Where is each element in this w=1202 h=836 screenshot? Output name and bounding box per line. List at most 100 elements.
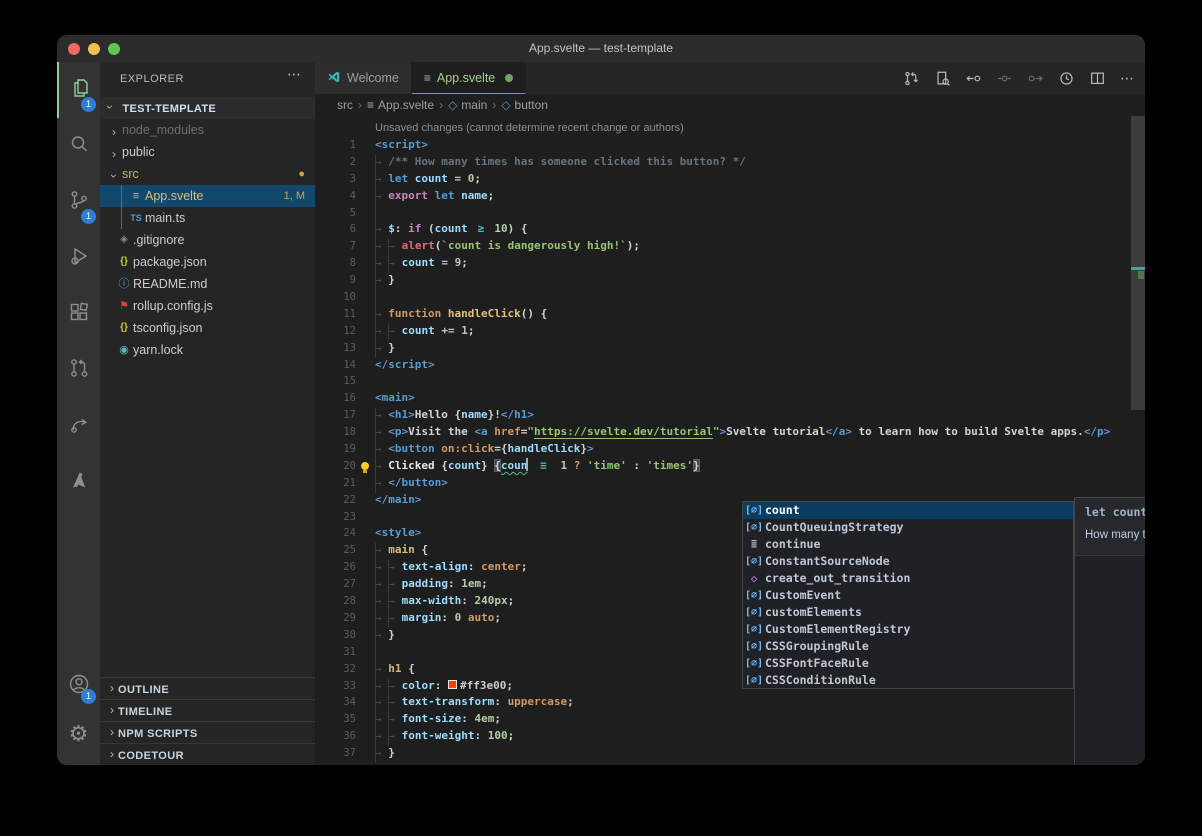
suggestion-countqueuingstrategy[interactable]: [∅]CountQueuingStrategy bbox=[743, 519, 1073, 536]
code-line-2[interactable]: 2→/** How many times has someone clicked… bbox=[315, 154, 1145, 171]
chevron-right-icon: › bbox=[108, 121, 120, 143]
color-swatch[interactable] bbox=[448, 680, 457, 689]
line-content: → bbox=[375, 205, 388, 223]
activity-azure-button[interactable] bbox=[57, 454, 100, 510]
code-line-1[interactable]: 1<script> bbox=[315, 137, 1145, 154]
gitlens-current-icon[interactable] bbox=[996, 70, 1013, 87]
file-history-icon[interactable] bbox=[1058, 70, 1075, 87]
activity-run-debug-button[interactable] bbox=[57, 230, 100, 286]
compare-changes-icon[interactable] bbox=[903, 70, 920, 87]
code-line-4[interactable]: 4→export let name; bbox=[315, 188, 1145, 205]
code-line-6[interactable]: 6→$: if (count ≥ 10) { bbox=[315, 221, 1145, 238]
suggest-details-header: let count: number How many times has som… bbox=[1075, 498, 1145, 556]
code-token: () { bbox=[521, 307, 548, 320]
breadcrumb-item-src[interactable]: src bbox=[337, 98, 353, 112]
sidebar-more-actions-icon[interactable]: ⋯ bbox=[287, 66, 301, 83]
file-tree-item-main-ts[interactable]: TSmain.ts bbox=[100, 207, 315, 229]
split-editor-icon[interactable] bbox=[1089, 70, 1106, 87]
code-line-34[interactable]: 34→→text-transform: uppercase; bbox=[315, 694, 1145, 711]
code-token: </ bbox=[388, 476, 401, 489]
workspace-root-folder[interactable]: › TEST-TEMPLATE bbox=[100, 97, 315, 119]
more-actions-icon[interactable]: ⋯ bbox=[1120, 70, 1137, 87]
code-line-7[interactable]: 7→→alert(`count is dangerously high!`); bbox=[315, 238, 1145, 255]
code-line-16[interactable]: 16<main> bbox=[315, 390, 1145, 407]
code-line-18[interactable]: 18→<p>Visit the <a href="https://svelte.… bbox=[315, 424, 1145, 441]
file-tree-item-package-json[interactable]: {}package.json bbox=[100, 251, 315, 273]
activity-settings-button[interactable]: ⚙ bbox=[57, 710, 100, 757]
code-line-10[interactable]: 10→ bbox=[315, 289, 1145, 306]
code-token: count bbox=[435, 222, 468, 235]
suggestion-customelements[interactable]: [∅]customElements bbox=[743, 604, 1073, 621]
breadcrumb-separator-icon: › bbox=[492, 98, 496, 112]
file-tree-item-app-svelte[interactable]: ≡App.svelte1, M bbox=[100, 185, 315, 207]
code-line-21[interactable]: 21→</button> bbox=[315, 475, 1145, 492]
previous-change-icon[interactable] bbox=[965, 70, 982, 87]
breadcrumb-item-app-svelte[interactable]: ≡App.svelte bbox=[367, 98, 434, 112]
breadcrumb-item-button[interactable]: ◇button bbox=[501, 98, 548, 112]
file-tree-item--gitignore[interactable]: ◈.gitignore bbox=[100, 229, 315, 251]
code-line-13[interactable]: 13→} bbox=[315, 340, 1145, 357]
suggestion-customelementregistry[interactable]: [∅]CustomElementRegistry bbox=[743, 621, 1073, 638]
file-tree-item-src[interactable]: ›src● bbox=[100, 163, 315, 185]
code-line-3[interactable]: 3→let count = 0; bbox=[315, 171, 1145, 188]
code-line-20[interactable]: 20→Clicked {count} {coun ≡ 1 ? 'time' : … bbox=[315, 458, 1145, 475]
sidebar-section-codetour[interactable]: ›CODETOUR bbox=[100, 743, 315, 765]
suggestion-cssfontfacerule[interactable]: [∅]CSSFontFaceRule bbox=[743, 655, 1073, 672]
code-token: handleClick bbox=[508, 442, 581, 455]
vertical-scrollbar[interactable] bbox=[1131, 116, 1145, 410]
code-line-17[interactable]: 17→<h1>Hello {name}!</h1> bbox=[315, 407, 1145, 424]
suggestion-constantsourcenode[interactable]: [∅]ConstantSourceNode bbox=[743, 553, 1073, 570]
suggestion-customevent[interactable]: [∅]CustomEvent bbox=[743, 587, 1073, 604]
code-line-9[interactable]: 9→} bbox=[315, 272, 1145, 289]
activity-live-share-button[interactable] bbox=[57, 398, 100, 454]
file-tree-item-node-modules[interactable]: ›node_modules bbox=[100, 119, 315, 141]
breadcrumb-item-main[interactable]: ◇main bbox=[448, 98, 487, 112]
code-line-8[interactable]: 8→→count = 9; bbox=[315, 255, 1145, 272]
open-changes-icon[interactable] bbox=[934, 70, 951, 87]
suggestion-cssgroupingrule[interactable]: [∅]CSSGroupingRule bbox=[743, 638, 1073, 655]
activity-github-pr-button[interactable] bbox=[57, 342, 100, 398]
code-line-36[interactable]: 36→→font-weight: 100; bbox=[315, 728, 1145, 745]
file-tree-item-tsconfig-json[interactable]: {}tsconfig.json bbox=[100, 317, 315, 339]
code-line-12[interactable]: 12→→count += 1; bbox=[315, 323, 1145, 340]
indent-guide: → bbox=[388, 679, 401, 696]
file-tree-item-yarn-lock[interactable]: ◉yarn.lock bbox=[100, 339, 315, 361]
sidebar-section-timeline[interactable]: ›TIMELINE bbox=[100, 699, 315, 721]
code-line-5[interactable]: 5→ bbox=[315, 205, 1145, 222]
tab-welcome[interactable]: Welcome bbox=[315, 62, 412, 94]
suggestion-count[interactable]: [∅]count bbox=[743, 502, 1073, 519]
code-line-37[interactable]: 37→} bbox=[315, 745, 1145, 762]
activity-accounts-button[interactable]: 1 bbox=[57, 663, 100, 710]
tab-app-svelte[interactable]: ≡App.svelte bbox=[412, 62, 526, 94]
activity-explorer-button[interactable]: 1 bbox=[57, 62, 100, 118]
suggestion-continue[interactable]: ≣continue bbox=[743, 536, 1073, 553]
unsaved-dot-icon[interactable] bbox=[505, 74, 513, 82]
code-line-35[interactable]: 35→→font-size: 4em; bbox=[315, 711, 1145, 728]
activity-search-button[interactable] bbox=[57, 118, 100, 174]
indent-guide: → bbox=[388, 239, 401, 256]
symbol-variable-icon: [∅] bbox=[743, 655, 765, 672]
code-line-14[interactable]: 14</script> bbox=[315, 357, 1145, 374]
activity-source-control-button[interactable]: 1 bbox=[57, 174, 100, 230]
code-line-15[interactable]: 15 bbox=[315, 373, 1145, 390]
file-tree-item-readme-md[interactable]: ⓘREADME.md bbox=[100, 273, 315, 295]
next-change-icon[interactable] bbox=[1027, 70, 1044, 87]
sidebar-section-outline[interactable]: ›OUTLINE bbox=[100, 677, 315, 699]
code-token: ; bbox=[508, 594, 515, 607]
indent-guide: → bbox=[375, 290, 388, 307]
explorer-sidebar: EXPLORER ⋯ › TEST-TEMPLATE ›node_modules… bbox=[100, 62, 315, 765]
indent-guide: → bbox=[375, 712, 388, 729]
code-line-19[interactable]: 19→<button on:click={handleClick}> bbox=[315, 441, 1145, 458]
file-tree-item-public[interactable]: ›public bbox=[100, 141, 315, 163]
title-bar[interactable]: App.svelte — test-template bbox=[57, 35, 1145, 62]
sidebar-section-npm-scripts[interactable]: ›NPM SCRIPTS bbox=[100, 721, 315, 743]
breadcrumb-separator-icon: › bbox=[439, 98, 443, 112]
suggestion-create_out_transition[interactable]: ◇create_out_transition bbox=[743, 570, 1073, 587]
activity-extensions-button[interactable] bbox=[57, 286, 100, 342]
code-token: ; bbox=[506, 679, 513, 692]
indent-guide: → bbox=[375, 645, 388, 662]
file-tree-item-rollup-config-js[interactable]: ⚑rollup.config.js bbox=[100, 295, 315, 317]
code-line-11[interactable]: 11→function handleClick() { bbox=[315, 306, 1145, 323]
lightbulb-icon[interactable] bbox=[361, 462, 369, 470]
suggestion-cssconditionrule[interactable]: [∅]CSSConditionRule bbox=[743, 672, 1073, 689]
